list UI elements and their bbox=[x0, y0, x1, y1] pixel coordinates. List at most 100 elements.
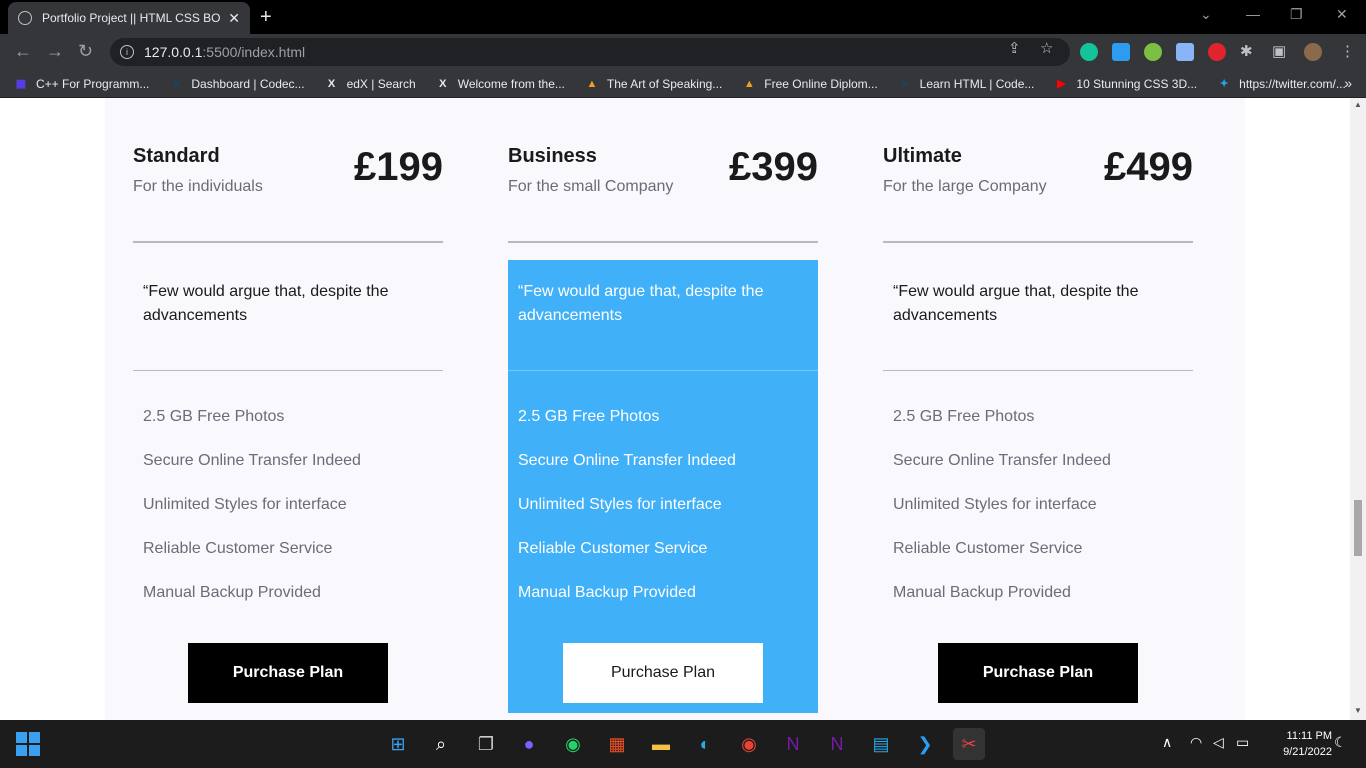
windows-taskbar: ⊞ ⌕ ❐ ● ◉ ▦ ▬ ◐ ◉ N N ▤ ❯ ✂ ∧ ◠ ◁ ▭ 11:1… bbox=[0, 720, 1366, 768]
scroll-up-icon[interactable]: ▲ bbox=[1354, 100, 1362, 109]
bookmark-item[interactable]: ▶ 10 Stunning CSS 3D... bbox=[1054, 77, 1197, 91]
bookmark-item[interactable]: ▲ Free Online Diplom... bbox=[742, 77, 878, 91]
book-icon: ▦ bbox=[15, 78, 27, 90]
purchase-plan-button[interactable]: Purchase Plan bbox=[188, 643, 388, 703]
codecademy-icon: ■ bbox=[173, 77, 180, 90]
youtube-icon: ▶ bbox=[1057, 78, 1066, 90]
onenote-app-icon[interactable]: N bbox=[821, 728, 853, 760]
feature-item: Secure Online Transfer Indeed bbox=[518, 452, 736, 469]
bookmark-star-icon[interactable]: ☆ bbox=[1040, 39, 1053, 57]
bookmark-item[interactable]: ▲ The Art of Speaking... bbox=[585, 77, 722, 91]
purchase-plan-button[interactable]: Purchase Plan bbox=[938, 643, 1138, 703]
snipping-tool-icon[interactable]: ✂ bbox=[953, 728, 985, 760]
card-header: Business For the small Company £399 bbox=[508, 98, 818, 243]
plan-quote: “Few would argue that, despite the advan… bbox=[143, 283, 389, 324]
minimize-button[interactable]: — bbox=[1246, 6, 1260, 22]
feature-item: Unlimited Styles for interface bbox=[893, 496, 1097, 513]
plan-quote: “Few would argue that, despite the advan… bbox=[893, 283, 1139, 324]
new-tab-button[interactable]: + bbox=[260, 6, 272, 29]
tab-title: Portfolio Project || HTML CSS BOO bbox=[42, 11, 221, 25]
plan-name: Ultimate bbox=[883, 145, 962, 167]
plan-price: £199 bbox=[354, 145, 443, 189]
address-bar[interactable]: i 127.0.0.1:5500/index.html bbox=[110, 38, 1070, 66]
side-panel-icon[interactable]: ▣ bbox=[1272, 42, 1286, 60]
back-button[interactable]: ← bbox=[14, 41, 32, 62]
feature-item: 2.5 GB Free Photos bbox=[518, 408, 660, 425]
page-scrollbar[interactable]: ▲ ▼ bbox=[1350, 98, 1366, 720]
teams-chat-icon[interactable]: ● bbox=[513, 728, 545, 760]
browser-tab[interactable]: Portfolio Project || HTML CSS BOO ✕ bbox=[8, 2, 250, 34]
url-path: :5500/index.html bbox=[202, 44, 306, 60]
onenote-icon[interactable]: N bbox=[777, 728, 809, 760]
wifi-icon[interactable]: ◠ bbox=[1190, 734, 1202, 751]
feature-item: Manual Backup Provided bbox=[518, 584, 696, 601]
bookmark-item[interactable]: ■ Learn HTML | Code... bbox=[898, 77, 1034, 91]
twitter-icon: ✦ bbox=[1219, 78, 1229, 90]
pen-extension-icon[interactable] bbox=[1176, 43, 1194, 61]
edge-icon[interactable]: ◐ bbox=[689, 728, 721, 760]
page-viewport: Standard For the individuals £199 “Few w… bbox=[0, 98, 1350, 720]
bookmark-item[interactable]: ■ Dashboard | Codec... bbox=[169, 77, 305, 91]
plan-name: Business bbox=[508, 145, 597, 167]
vscode-icon[interactable]: ❯ bbox=[909, 728, 941, 760]
grammarly-icon[interactable] bbox=[1080, 43, 1098, 61]
scroll-thumb[interactable] bbox=[1354, 500, 1362, 556]
globe-icon bbox=[18, 11, 32, 25]
bulb-extension-icon[interactable] bbox=[1144, 43, 1162, 61]
pricing-section: Standard For the individuals £199 “Few w… bbox=[105, 98, 1245, 720]
pricing-card-standard: Standard For the individuals £199 “Few w… bbox=[133, 98, 443, 720]
volume-icon[interactable]: ◁ bbox=[1213, 734, 1224, 751]
plan-subtitle: For the large Company bbox=[883, 178, 1047, 195]
menu-icon[interactable]: ⋮ bbox=[1340, 42, 1355, 60]
file-explorer-icon[interactable]: ▬ bbox=[645, 728, 677, 760]
task-view-icon[interactable]: ❐ bbox=[470, 728, 502, 760]
search-icon[interactable]: ⌕ bbox=[425, 728, 457, 760]
alison-icon: ▲ bbox=[743, 77, 755, 90]
whatsapp-icon[interactable]: ◉ bbox=[557, 728, 589, 760]
bookmark-item[interactable]: XedX | Search bbox=[325, 77, 416, 91]
bookmarks-overflow-icon[interactable]: » bbox=[1344, 75, 1352, 91]
start-button-icon[interactable]: ⊞ bbox=[382, 728, 414, 760]
clock-time: 11:11 PM bbox=[1286, 730, 1332, 742]
battery-icon[interactable]: ▭ bbox=[1236, 734, 1249, 751]
feature-item: Secure Online Transfer Indeed bbox=[893, 452, 1111, 469]
feature-item: Manual Backup Provided bbox=[143, 584, 321, 601]
browser-tab-bar: Portfolio Project || HTML CSS BOO ✕ + ⌄ … bbox=[0, 0, 1366, 34]
taskbar-clock[interactable]: 11:11 PM 9/21/2022 bbox=[1262, 728, 1332, 760]
extension-icon[interactable] bbox=[1112, 43, 1130, 61]
bookmark-item[interactable]: ✦ https://twitter.com/... bbox=[1217, 77, 1346, 91]
adblock-icon[interactable] bbox=[1208, 43, 1226, 61]
tab-search-icon[interactable]: ⌄ bbox=[1200, 6, 1212, 23]
clock-date: 9/21/2022 bbox=[1283, 746, 1332, 758]
bookmark-item[interactable]: X Welcome from the... bbox=[436, 77, 565, 91]
card-header: Ultimate For the large Company £499 bbox=[883, 98, 1193, 243]
quote-box: “Few would argue that, despite the advan… bbox=[883, 260, 1193, 371]
feature-item: Manual Backup Provided bbox=[893, 584, 1071, 601]
microsoft-store-icon[interactable]: ▦ bbox=[601, 728, 633, 760]
purchase-plan-button[interactable]: Purchase Plan bbox=[563, 643, 763, 703]
site-info-icon[interactable]: i bbox=[120, 45, 134, 59]
restore-button[interactable]: ❐ bbox=[1290, 6, 1303, 23]
bookmark-item[interactable]: ▦ C++ For Programm... bbox=[14, 77, 150, 91]
chrome-icon[interactable]: ◉ bbox=[733, 728, 765, 760]
reload-button[interactable]: ↻ bbox=[78, 41, 93, 62]
scroll-down-icon[interactable]: ▼ bbox=[1354, 706, 1362, 715]
plan-subtitle: For the individuals bbox=[133, 178, 263, 195]
quote-box: “Few would argue that, despite the advan… bbox=[508, 260, 818, 371]
puzzle-icon[interactable]: ✱ bbox=[1240, 42, 1253, 60]
close-window-button[interactable]: ✕ bbox=[1336, 6, 1348, 23]
codecademy-icon: ■ bbox=[901, 77, 908, 90]
card-header: Standard For the individuals £199 bbox=[133, 98, 443, 243]
tray-overflow-icon[interactable]: ∧ bbox=[1162, 734, 1172, 751]
edx-icon: X bbox=[327, 77, 336, 90]
feature-item: Unlimited Styles for interface bbox=[518, 496, 722, 513]
bookmarks-bar: ▦ C++ For Programm... ■ Dashboard | Codec.… bbox=[0, 70, 1366, 98]
avatar[interactable] bbox=[1304, 43, 1322, 61]
feature-item: Reliable Customer Service bbox=[143, 540, 333, 557]
share-icon[interactable]: ⇪ bbox=[1008, 39, 1021, 57]
night-mode-icon[interactable]: ☾ bbox=[1334, 734, 1347, 751]
forward-button[interactable]: → bbox=[46, 41, 64, 62]
remote-desktop-icon[interactable]: ▤ bbox=[865, 728, 897, 760]
close-tab-icon[interactable]: ✕ bbox=[228, 10, 240, 27]
windows-start-icon[interactable] bbox=[16, 732, 40, 756]
